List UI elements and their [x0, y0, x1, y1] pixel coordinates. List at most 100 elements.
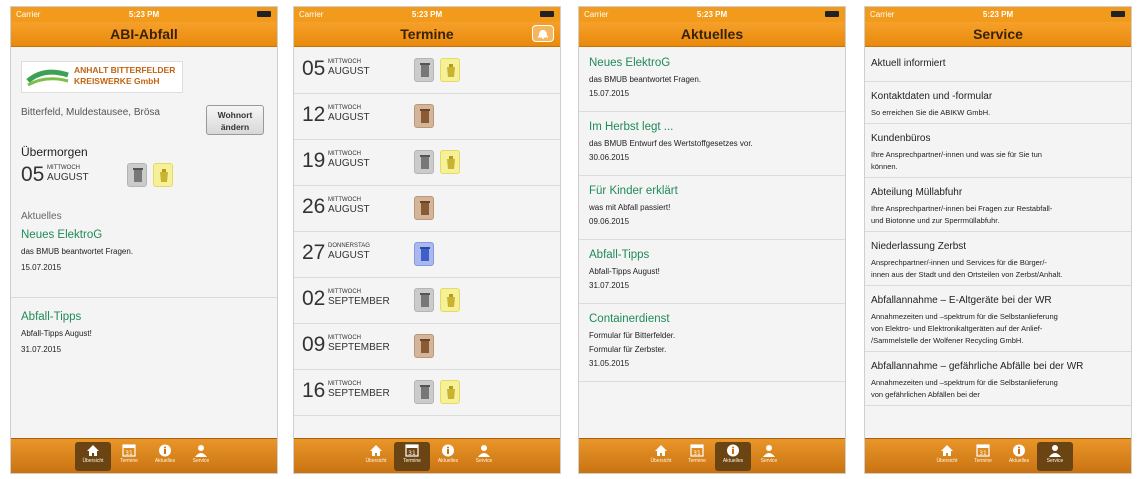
tab-label: Service [760, 458, 778, 464]
news-section-label: Aktuelles [21, 211, 62, 222]
news-subtitle: das BMUB beantwortet Fragen. [589, 75, 702, 84]
news-title[interactable]: Für Kinder erklärt [589, 185, 678, 197]
battery-icon [257, 11, 271, 17]
news-item[interactable]: Containerdienst Formular für Bitterfelder… [579, 303, 845, 382]
tab-aktuelles[interactable]: Aktuelles [147, 442, 183, 471]
page-title: Service [973, 26, 1023, 42]
tab-termine[interactable]: 31 Termine [679, 442, 715, 471]
news-subtitle: Formular für Zerbster. [589, 345, 667, 354]
svg-text:31: 31 [693, 450, 701, 457]
service-item[interactable]: Aktuell informiert [865, 47, 1131, 82]
tab-service[interactable]: Service [1037, 442, 1073, 471]
status-bar: Carrier 5:23 PM [294, 7, 560, 22]
biotonne-bin-icon [414, 334, 434, 358]
tab-termine[interactable]: 31 Termine [111, 442, 147, 471]
news-title[interactable]: Neues ElektroG [589, 57, 670, 69]
tab-bar: Übersicht 31 Termine Aktuelles Service [294, 438, 560, 473]
news-title[interactable]: Containerdienst [589, 313, 670, 325]
service-description: können. [871, 162, 898, 171]
termin-row[interactable]: 09 MITTWOCH SEPTEMBER [294, 323, 560, 370]
tab-uebersicht[interactable]: Übersicht [358, 442, 394, 471]
person-icon [466, 444, 502, 457]
tab-termine[interactable]: 31 Termine [965, 442, 1001, 471]
termin-row[interactable]: 16 MITTWOCH SEPTEMBER [294, 369, 560, 416]
date-weekday: MITTWOCH [328, 381, 361, 387]
service-description: Ansprechpartner/-innen und Services für … [871, 258, 1047, 267]
home-icon [929, 444, 965, 457]
news-title[interactable]: Im Herbst legt ... [589, 121, 673, 133]
date-weekday: MITTWOCH [328, 335, 361, 341]
tab-service[interactable]: Service [466, 442, 502, 471]
service-item[interactable]: Kundenbüros Ihre Ansprechpartner/-innen u… [865, 123, 1131, 178]
news-title[interactable]: Neues ElektroG [21, 229, 102, 241]
service-description: und Biotonne und zur Sperrmüllabfuhr. [871, 216, 1000, 225]
home-icon [643, 444, 679, 457]
date-month: AUGUST [47, 172, 89, 183]
tab-label: Service [1046, 458, 1064, 464]
tab-label: Service [475, 458, 493, 464]
tab-label: Übersicht [82, 458, 104, 464]
tab-aktuelles[interactable]: Aktuelles [715, 442, 751, 471]
status-time: 5:23 PM [696, 10, 728, 19]
page-title: Aktuelles [680, 26, 744, 42]
logo-swoosh-icon [26, 69, 69, 87]
service-description: So erreichen Sie die ABIKW GmbH. [871, 108, 991, 117]
person-icon [183, 444, 219, 457]
service-item[interactable]: Kontaktdaten und -formular So erreichen S… [865, 81, 1131, 124]
termine-list[interactable]: 05 MITTWOCH AUGUST 12 MITTWOCH AUGUST 19 MITTWO… [294, 47, 560, 439]
papier-bin-icon [414, 242, 434, 266]
termin-row[interactable]: 05 MITTWOCH AUGUST [294, 47, 560, 94]
date-day: 26 [302, 195, 326, 218]
news-list[interactable]: Neues ElektroG das BMUB beantwortet Frage… [579, 47, 845, 439]
battery-icon [1111, 11, 1125, 17]
news-title[interactable]: Abfall-Tipps [21, 311, 81, 323]
change-location-button[interactable]: Wohnort ändern [206, 105, 264, 135]
tab-termine[interactable]: 31 Termine [394, 442, 430, 471]
service-item[interactable]: Niederlassung Zerbst Ansprechpartner/-inn… [865, 231, 1131, 286]
news-item[interactable]: Abfall-Tipps Abfall-Tipps August! 31.07.20… [579, 239, 845, 304]
tab-service[interactable]: Service [183, 442, 219, 471]
svg-text:31: 31 [408, 450, 416, 457]
news-date: 31.07.2015 [21, 345, 62, 354]
tab-label: Termine [974, 458, 992, 464]
termin-row[interactable]: 12 MITTWOCH AUGUST [294, 93, 560, 140]
termin-row[interactable]: 27 DONNERSTAG AUGUST [294, 231, 560, 278]
service-item[interactable]: Abfallannahme – E-Altgeräte bei der WR An… [865, 285, 1131, 352]
next-pickup-label: Übermorgen [21, 145, 88, 159]
tab-label: Termine [120, 458, 138, 464]
service-item[interactable]: Abteilung Müllabfuhr Ihre Ansprechpartner… [865, 177, 1131, 232]
person-icon [751, 444, 787, 457]
termin-row[interactable]: 19 MITTWOCH AUGUST [294, 139, 560, 186]
biotonne-bin-icon [414, 104, 434, 128]
gelber-sack-icon [153, 163, 173, 187]
nav-bar: Aktuelles [579, 22, 845, 47]
home-icon [75, 444, 111, 457]
tab-service[interactable]: Service [751, 442, 787, 471]
news-date: 15.07.2015 [589, 89, 630, 98]
tab-label: Aktuelles [154, 458, 176, 464]
news-title[interactable]: Abfall-Tipps [589, 249, 649, 261]
notification-button[interactable] [532, 25, 554, 42]
termin-row[interactable]: 02 MITTWOCH SEPTEMBER [294, 277, 560, 324]
service-list[interactable]: Aktuell informiert Kontaktdaten und -form… [865, 47, 1131, 439]
news-item[interactable]: Im Herbst legt ... das BMUB Entwurf des W… [579, 111, 845, 176]
tab-aktuelles[interactable]: Aktuelles [430, 442, 466, 471]
tab-uebersicht[interactable]: Übersicht [643, 442, 679, 471]
logo-text: ANHALT BITTERFELDER KREISWERKE GmbH [74, 65, 176, 86]
tab-uebersicht[interactable]: Übersicht [929, 442, 965, 471]
nav-bar: Termine [294, 22, 560, 47]
termin-row[interactable]: 26 MITTWOCH AUGUST [294, 185, 560, 232]
tab-uebersicht[interactable]: Übersicht [75, 442, 111, 471]
tab-aktuelles[interactable]: Aktuelles [1001, 442, 1037, 471]
news-item[interactable]: Neues ElektroG das BMUB beantwortet Frage… [579, 47, 845, 112]
company-logo: ANHALT BITTERFELDER KREISWERKE GmbH [21, 61, 183, 93]
nav-bar: Service [865, 22, 1131, 47]
gelber-sack-icon [440, 150, 460, 174]
news-item[interactable]: Für Kinder erklärt was mit Abfall passier… [579, 175, 845, 240]
tab-label: Aktuelles [437, 458, 459, 464]
tab-label: Termine [688, 458, 706, 464]
svg-text:31: 31 [979, 450, 987, 457]
tab-label: Aktuelles [722, 458, 744, 464]
service-item[interactable]: Abfallannahme – gefährliche Abfälle bei … [865, 351, 1131, 406]
content-area[interactable]: ANHALT BITTERFELDER KREISWERKE GmbH Bitt… [11, 47, 277, 439]
